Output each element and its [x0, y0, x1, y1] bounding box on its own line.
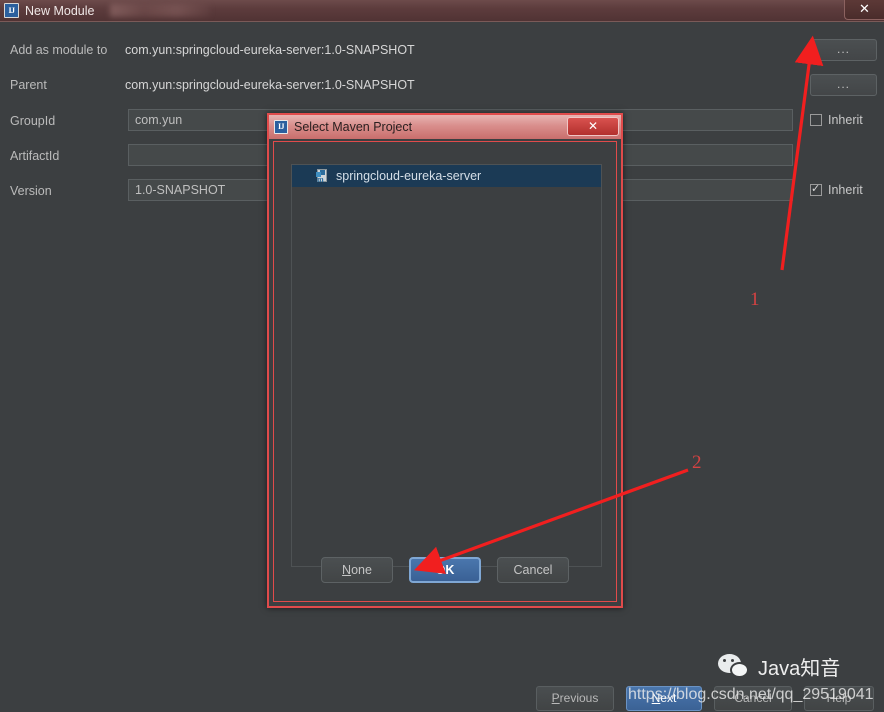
dialog-title: Select Maven Project: [294, 120, 413, 134]
inherit-groupid-checkbox[interactable]: Inherit: [810, 113, 863, 127]
label-version: Version: [10, 184, 52, 198]
checkbox-box-groupid[interactable]: [810, 114, 822, 126]
intellij-idea-icon: IJ: [4, 3, 19, 18]
wechat-watermark-text: Java知音: [758, 658, 841, 680]
none-mnemonic: N: [342, 563, 352, 577]
label-groupid: GroupId: [10, 114, 56, 128]
dialog-close-button[interactable]: ✕: [567, 117, 619, 136]
dialog-body: m springcloud-eureka-server None OK Canc…: [273, 141, 617, 602]
checkbox-box-version[interactable]: [810, 182, 822, 196]
window-close-button[interactable]: ✕: [844, 0, 884, 20]
dialog-button-bar: None OK Cancel: [274, 557, 616, 583]
dialog-intellij-idea-icon: IJ: [274, 120, 288, 134]
none-label-rest: one: [351, 563, 372, 577]
window-title: New Module: [25, 3, 95, 18]
blurred-title-region: [110, 4, 211, 17]
annotation-number-2: 2: [692, 452, 702, 473]
dialog-titlebar: IJ Select Maven Project ✕: [269, 115, 621, 139]
field-row-add-as-module-to: Add as module to com.yun:springcloud-eur…: [10, 37, 415, 63]
dialog-cancel-button[interactable]: Cancel: [497, 557, 569, 583]
value-parent: com.yun:springcloud-eureka-server:1.0-SN…: [125, 78, 415, 92]
ok-button[interactable]: OK: [409, 557, 481, 583]
new-module-window: IJ New Module ✕ Add as module to com.yun…: [0, 0, 884, 712]
browse-parent-button[interactable]: ...: [810, 74, 877, 96]
annotation-number-1: 1: [750, 289, 760, 310]
label-row-groupid: GroupId: [10, 108, 55, 134]
inherit-version-checkbox[interactable]: Inherit: [810, 182, 863, 197]
list-item[interactable]: m springcloud-eureka-server: [292, 165, 601, 187]
label-row-artifactid: ArtifactId: [10, 143, 59, 169]
maven-project-icon: m: [316, 169, 329, 184]
browse-add-as-module-to-button[interactable]: ...: [810, 39, 877, 61]
window-titlebar: IJ New Module ✕: [0, 0, 884, 22]
maven-project-list[interactable]: m springcloud-eureka-server: [291, 164, 602, 567]
label-artifactid: ArtifactId: [10, 149, 60, 163]
wechat-watermark: Java知音: [718, 652, 840, 681]
select-maven-project-dialog: IJ Select Maven Project ✕ m springcloud-…: [267, 113, 623, 608]
wechat-icon: [718, 653, 752, 680]
label-row-version: Version: [10, 178, 52, 204]
list-item-label: springcloud-eureka-server: [336, 169, 482, 183]
none-button[interactable]: None: [321, 557, 393, 583]
url-watermark: https://blog.csdn.net/qq_29519041: [628, 686, 874, 703]
previous-button[interactable]: Previous: [536, 686, 614, 711]
previous-label-rest: revious: [559, 691, 599, 705]
field-row-parent: Parent com.yun:springcloud-eureka-server…: [10, 72, 415, 98]
previous-mnemonic: P: [551, 691, 560, 705]
label-parent: Parent: [10, 78, 47, 92]
value-add-as-module-to: com.yun:springcloud-eureka-server:1.0-SN…: [125, 43, 415, 57]
inherit-groupid-label: Inherit: [828, 113, 863, 127]
label-add-as-module-to: Add as module to: [10, 43, 108, 57]
inherit-version-label: Inherit: [828, 183, 863, 197]
